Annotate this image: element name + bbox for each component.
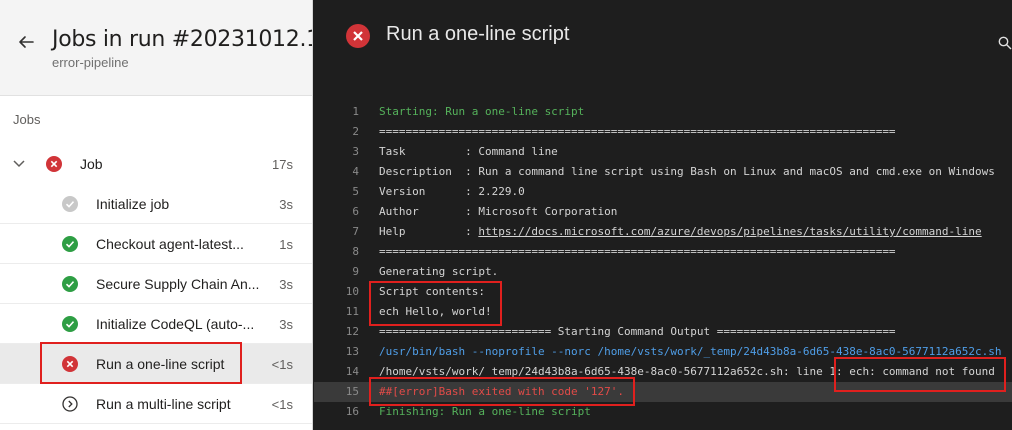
search-icon[interactable] (998, 36, 1012, 50)
help-prefix: Help : (379, 225, 479, 238)
line-text: Author : Microsoft Corporation (379, 205, 618, 218)
line-number: 6 (352, 205, 359, 218)
line-text: Description : Run a command line script … (379, 165, 995, 178)
step-duration: 3s (279, 277, 293, 292)
step-row[interactable]: Initialize job 3s (0, 184, 312, 224)
log-line: 7 Help : https://docs.microsoft.com/azure… (314, 222, 1012, 242)
jobs-section-label: Jobs (13, 112, 41, 127)
step-row[interactable]: Secure Supply Chain An... 3s (0, 264, 312, 304)
page-title: Jobs in run #20231012.1 (52, 27, 313, 52)
highlight-box (834, 357, 1006, 392)
job-duration: 17s (272, 157, 293, 172)
step-row[interactable]: Checkout agent-latest... 1s (0, 224, 312, 264)
jobs-panel: Jobs in run #20231012.1 error-pipeline J… (0, 0, 313, 430)
line-number: 9 (352, 265, 359, 278)
line-number: 13 (345, 345, 359, 358)
step-duration: <1s (271, 397, 293, 412)
line-number: 5 (352, 185, 359, 198)
log-line: 9 Generating script. (314, 262, 1012, 282)
line-text: ========================================… (379, 245, 896, 258)
log-title: Run a one-line script (386, 23, 570, 45)
failed-status-icon (46, 156, 62, 172)
highlight-box (369, 377, 635, 406)
succeeded-status-icon (62, 236, 78, 252)
line-text: Help : https://docs.microsoft.com/azure/… (379, 222, 982, 242)
line-text: Task : Command line (379, 145, 558, 158)
pending-status-icon (62, 396, 78, 412)
step-row[interactable]: Run a multi-line script <1s (0, 384, 312, 424)
step-label: Secure Supply Chain An... (96, 276, 260, 292)
step-duration: 3s (279, 197, 293, 212)
log-line: 8 =======================================… (314, 242, 1012, 262)
log-line: 5 Version : 2.229.0 (314, 182, 1012, 202)
highlight-box (369, 281, 502, 326)
log-line: 4 Description : Run a command line script… (314, 162, 1012, 182)
line-text: Version : 2.229.0 (379, 185, 525, 198)
line-number: 11 (345, 305, 359, 318)
line-text: Starting: Run a one-line script (379, 105, 585, 118)
line-number: 3 (352, 145, 359, 158)
line-number: 8 (352, 245, 359, 258)
step-label: Run a multi-line script (96, 396, 231, 412)
log-line: 6 Author : Microsoft Corporation (314, 202, 1012, 222)
line-number: 12 (345, 325, 359, 338)
succeeded-status-icon (62, 316, 78, 332)
line-number: 1 (352, 105, 359, 118)
jobs-panel-header: Jobs in run #20231012.1 error-pipeline (0, 0, 312, 96)
succeeded-status-icon (62, 276, 78, 292)
line-number: 7 (352, 225, 359, 238)
failed-status-icon (346, 24, 370, 48)
step-label: Initialize job (96, 196, 170, 212)
line-number: 15 (345, 385, 359, 398)
back-arrow-icon[interactable] (16, 32, 36, 52)
job-label: Job (80, 156, 103, 172)
step-label: Initialize CodeQL (auto-... (96, 316, 255, 332)
line-number: 2 (352, 125, 359, 138)
skipped-status-icon (62, 196, 78, 212)
pipeline-name: error-pipeline (52, 55, 129, 70)
help-link[interactable]: https://docs.microsoft.com/azure/devops/… (478, 225, 981, 238)
chevron-down-icon[interactable] (12, 158, 26, 170)
log-line: 2 =======================================… (314, 122, 1012, 142)
log-panel: Run a one-line script 1 Starting: Run a o… (314, 0, 1012, 430)
log-line: 3 Task : Command line (314, 142, 1012, 162)
line-text: ========================================… (379, 125, 896, 138)
step-label: Checkout agent-latest... (96, 236, 244, 252)
step-duration: 3s (279, 317, 293, 332)
log-line: 1 Starting: Run a one-line script (314, 102, 1012, 122)
job-row[interactable]: Job 17s (0, 144, 312, 184)
line-number: 14 (345, 365, 359, 378)
line-number: 16 (345, 405, 359, 418)
step-duration: 1s (279, 237, 293, 252)
line-number: 4 (352, 165, 359, 178)
step-duration: <1s (271, 357, 293, 372)
highlight-box (40, 342, 242, 384)
step-row[interactable]: Initialize CodeQL (auto-... 3s (0, 304, 312, 344)
line-text: Generating script. (379, 265, 499, 278)
line-number: 10 (345, 285, 359, 298)
